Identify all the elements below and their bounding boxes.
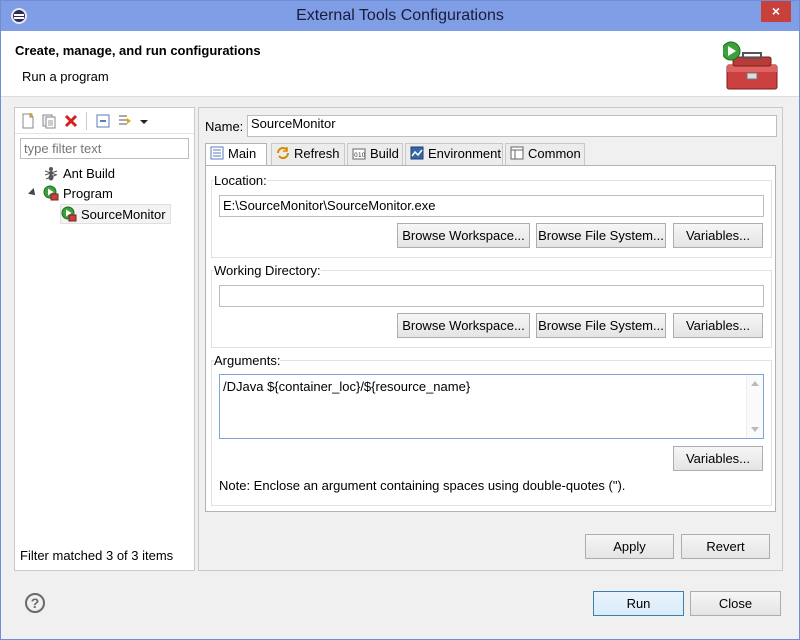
common-icon <box>510 146 524 160</box>
toolbox-run-icon <box>723 41 778 90</box>
header-subtitle: Run a program <box>22 69 109 84</box>
new-configuration-icon[interactable] <box>20 113 36 129</box>
tree-item-program[interactable]: Program <box>43 184 113 204</box>
name-field[interactable]: SourceMonitor <box>247 115 777 137</box>
tree-item-label: Program <box>63 186 113 201</box>
tab-main[interactable]: Main <box>205 143 267 166</box>
filter-status: Filter matched 3 of 3 items <box>20 548 174 563</box>
toolbar-separator <box>86 112 87 130</box>
scroll-down-icon[interactable] <box>751 427 759 432</box>
arguments-textarea[interactable]: /DJava ${container_loc}/${resource_name} <box>219 374 764 439</box>
tree-item-label: Ant Build <box>63 166 116 181</box>
configuration-editor: Name: SourceMonitor Main Refresh 010 Buil… <box>198 107 783 571</box>
tree-item-sourcemonitor[interactable]: SourceMonitor <box>60 204 171 224</box>
tab-common[interactable]: Common <box>505 143 585 165</box>
location-browse-workspace-button[interactable]: Browse Workspace... <box>397 223 530 248</box>
configurations-toolbar <box>15 108 194 134</box>
expand-arrow-icon[interactable] <box>28 188 38 198</box>
collapse-all-icon[interactable] <box>95 113 111 129</box>
tab-label: Main <box>228 146 257 161</box>
filter-icon[interactable] <box>117 113 133 129</box>
run-button[interactable]: Run <box>593 591 684 616</box>
workdir-browse-file-system-button[interactable]: Browse File System... <box>536 313 666 338</box>
tab-environment[interactable]: Environment <box>405 143 503 165</box>
environment-icon <box>410 146 424 160</box>
external-tools-dialog: External Tools Configurations × Create, … <box>0 0 800 640</box>
tab-label: Environment <box>428 146 501 161</box>
program-icon <box>43 185 59 201</box>
dialog-header: Create, manage, and run configurations R… <box>1 31 799 97</box>
arguments-note: Note: Enclose an argument containing spa… <box>219 478 626 493</box>
arguments-label: Arguments: <box>214 353 281 368</box>
working-directory-label: Working Directory: <box>214 263 321 278</box>
scroll-up-icon[interactable] <box>751 381 759 386</box>
duplicate-icon[interactable] <box>41 113 57 129</box>
header-title: Create, manage, and run configurations <box>15 43 261 58</box>
tab-label: Build <box>370 146 399 161</box>
working-directory-field[interactable] <box>219 285 764 307</box>
workdir-variables-button[interactable]: Variables... <box>673 313 763 338</box>
close-button[interactable]: Close <box>690 591 781 616</box>
workdir-browse-workspace-button[interactable]: Browse Workspace... <box>397 313 530 338</box>
window-close-button[interactable]: × <box>761 1 791 22</box>
window-title: External Tools Configurations <box>296 7 504 24</box>
dropdown-icon[interactable] <box>139 113 149 129</box>
build-icon: 010 <box>352 148 366 160</box>
tab-refresh[interactable]: Refresh <box>271 143 345 165</box>
ant-icon <box>44 167 58 181</box>
location-browse-file-system-button[interactable]: Browse File System... <box>536 223 666 248</box>
arguments-text: /DJava ${container_loc}/${resource_name} <box>223 379 471 394</box>
refresh-icon <box>277 147 289 159</box>
main-tab-content: Location: E:\SourceMonitor\SourceMonitor… <box>205 165 776 512</box>
tree-item-label: SourceMonitor <box>81 207 166 222</box>
filter-input[interactable] <box>20 138 189 159</box>
tab-label: Refresh <box>294 146 340 161</box>
location-label: Location: <box>214 173 267 188</box>
arguments-scrollbar[interactable] <box>746 375 763 438</box>
tree-item-ant-build[interactable]: Ant Build <box>43 164 115 184</box>
location-variables-button[interactable]: Variables... <box>673 223 763 248</box>
revert-button[interactable]: Revert <box>681 534 770 559</box>
tab-build[interactable]: 010 Build <box>347 143 403 165</box>
configurations-panel: Ant Build Program SourceMonitor Filter m… <box>14 107 195 571</box>
delete-icon[interactable] <box>63 113 79 129</box>
svg-text:010: 010 <box>354 152 366 159</box>
arguments-variables-button[interactable]: Variables... <box>673 446 763 471</box>
tab-label: Common <box>528 146 581 161</box>
program-config-icon <box>61 206 77 222</box>
title-bar[interactable]: External Tools Configurations × <box>1 1 799 31</box>
location-field[interactable]: E:\SourceMonitor\SourceMonitor.exe <box>219 195 764 217</box>
help-icon[interactable]: ? <box>25 593 45 613</box>
name-label: Name: <box>205 119 244 134</box>
main-tab-icon <box>210 146 224 160</box>
apply-button[interactable]: Apply <box>585 534 674 559</box>
